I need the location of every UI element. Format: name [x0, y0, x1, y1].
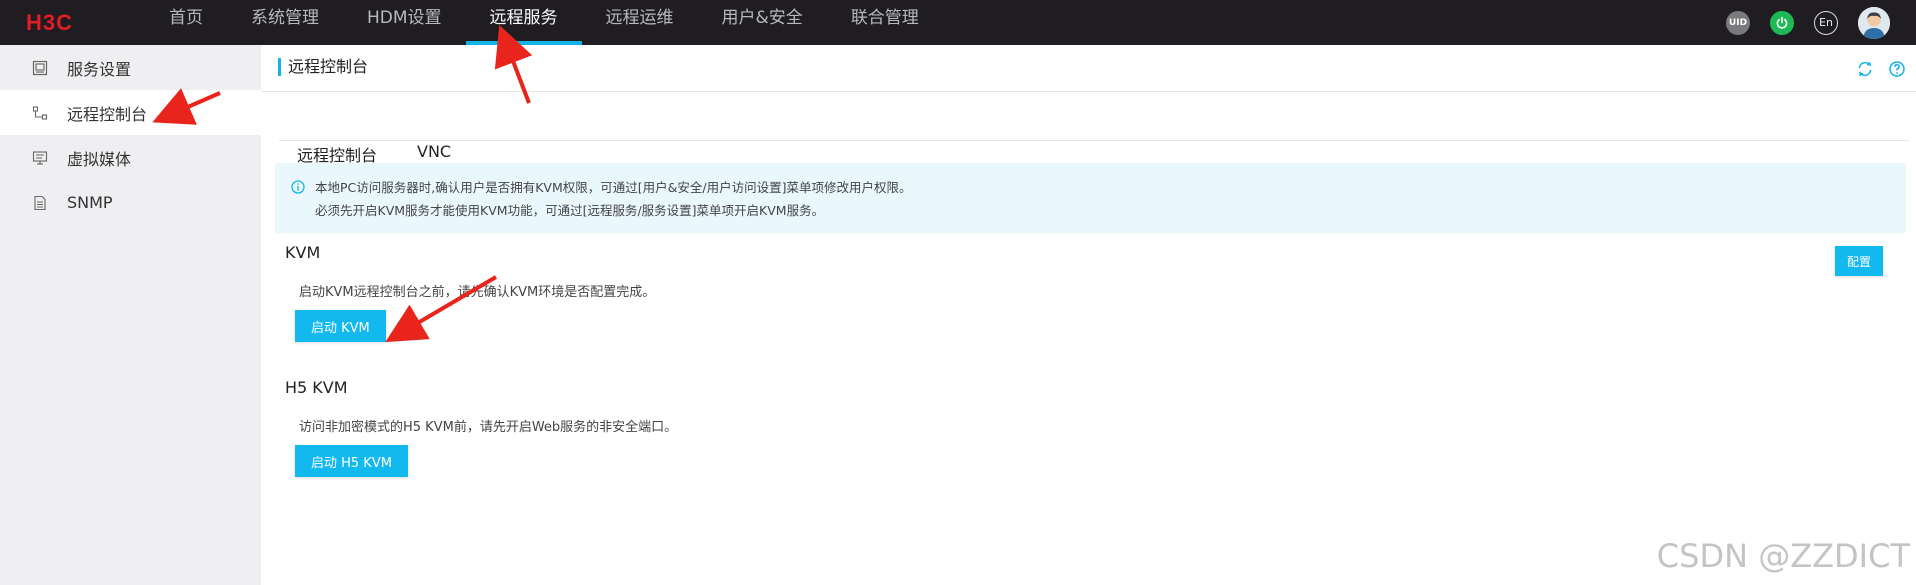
- sidebar-item-snmp[interactable]: SNMP: [0, 180, 261, 225]
- sidebar-item-remote-console[interactable]: 远程控制台: [0, 90, 261, 135]
- svg-text:H3C: H3C: [26, 10, 73, 35]
- top-navigation-bar: H3C 首页 系统管理 HDM设置 远程服务 远程运维 用户&安全 联合管理 U…: [0, 0, 1916, 45]
- power-glyph-icon: [1776, 16, 1788, 29]
- nav-remote-services[interactable]: 远程服务: [465, 0, 582, 45]
- sidebar: 服务设置 远程控制台 虚拟媒体 SNMP: [0, 45, 261, 585]
- info-notice: 本地PC访问服务器时,确认用户是否拥有KVM权限，可通过[用户&安全/用户访问设…: [275, 163, 1906, 233]
- sidebar-item-label: 远程控制台: [67, 104, 148, 124]
- nav-hdm-settings[interactable]: HDM设置: [343, 0, 466, 45]
- sidebar-item-virtual-media[interactable]: 虚拟媒体: [0, 135, 261, 180]
- h3c-logo[interactable]: H3C: [26, 9, 106, 35]
- start-h5-kvm-button[interactable]: 启动 H5 KVM: [295, 445, 408, 477]
- h5kvm-description: 访问非加密模式的H5 KVM前，请先开启Web服务的非安全端口。: [299, 420, 678, 435]
- kvm-section-title: KVM: [285, 243, 321, 262]
- sidebar-item-label: 虚拟媒体: [67, 149, 132, 169]
- notice-line-1: 本地PC访问服务器时,确认用户是否拥有KVM权限，可通过[用户&安全/用户访问设…: [315, 180, 912, 195]
- power-icon[interactable]: [1770, 10, 1794, 35]
- header-icons: [1856, 60, 1906, 78]
- refresh-icon[interactable]: [1856, 60, 1874, 78]
- main-nav: 首页 系统管理 HDM设置 远程服务 远程运维 用户&安全 联合管理: [145, 0, 943, 45]
- service-settings-icon: [32, 60, 48, 75]
- nav-home[interactable]: 首页: [145, 0, 227, 45]
- sidebar-item-service-settings[interactable]: 服务设置: [0, 45, 261, 90]
- main-content: 远程控制台 远程控制台 VNC 本地PC访问服务器时,确认用户是否拥有KVM权限…: [261, 45, 1916, 585]
- h5kvm-section-title: H5 KVM: [285, 378, 348, 397]
- kvm-description: 启动KVM远程控制台之前，请先确认KVM环境是否配置完成。: [299, 285, 656, 300]
- uid-icon[interactable]: UID: [1726, 10, 1750, 35]
- user-avatar[interactable]: [1858, 6, 1890, 39]
- start-kvm-button[interactable]: 启动 KVM: [295, 310, 386, 342]
- avatar-icon: [1858, 6, 1890, 39]
- remote-console-icon: [32, 105, 48, 120]
- info-icon: [291, 180, 305, 194]
- nav-federation-management[interactable]: 联合管理: [827, 0, 943, 45]
- page-header: 远程控制台: [261, 45, 1916, 92]
- snmp-icon: [34, 195, 46, 210]
- language-switch-icon[interactable]: En: [1814, 10, 1838, 35]
- sidebar-item-label: 服务设置: [67, 59, 132, 79]
- sidebar-item-label: SNMP: [67, 193, 113, 212]
- tab-divider: [279, 140, 1909, 141]
- notice-line-2: 必须先开启KVM服务才能使用KVM功能，可通过[远程服务/服务设置]菜单项开启K…: [315, 203, 825, 218]
- top-icons: UID En: [1726, 0, 1890, 45]
- virtual-media-icon: [32, 150, 48, 165]
- page-title: 远程控制台: [278, 57, 368, 77]
- csdn-watermark: CSDN @ZZDICT: [1656, 537, 1910, 575]
- nav-system-management[interactable]: 系统管理: [227, 0, 343, 45]
- nav-user-security[interactable]: 用户&安全: [698, 0, 827, 45]
- nav-remote-maintenance[interactable]: 远程运维: [582, 0, 698, 45]
- help-icon[interactable]: [1888, 60, 1906, 78]
- config-button[interactable]: 配置: [1834, 246, 1883, 276]
